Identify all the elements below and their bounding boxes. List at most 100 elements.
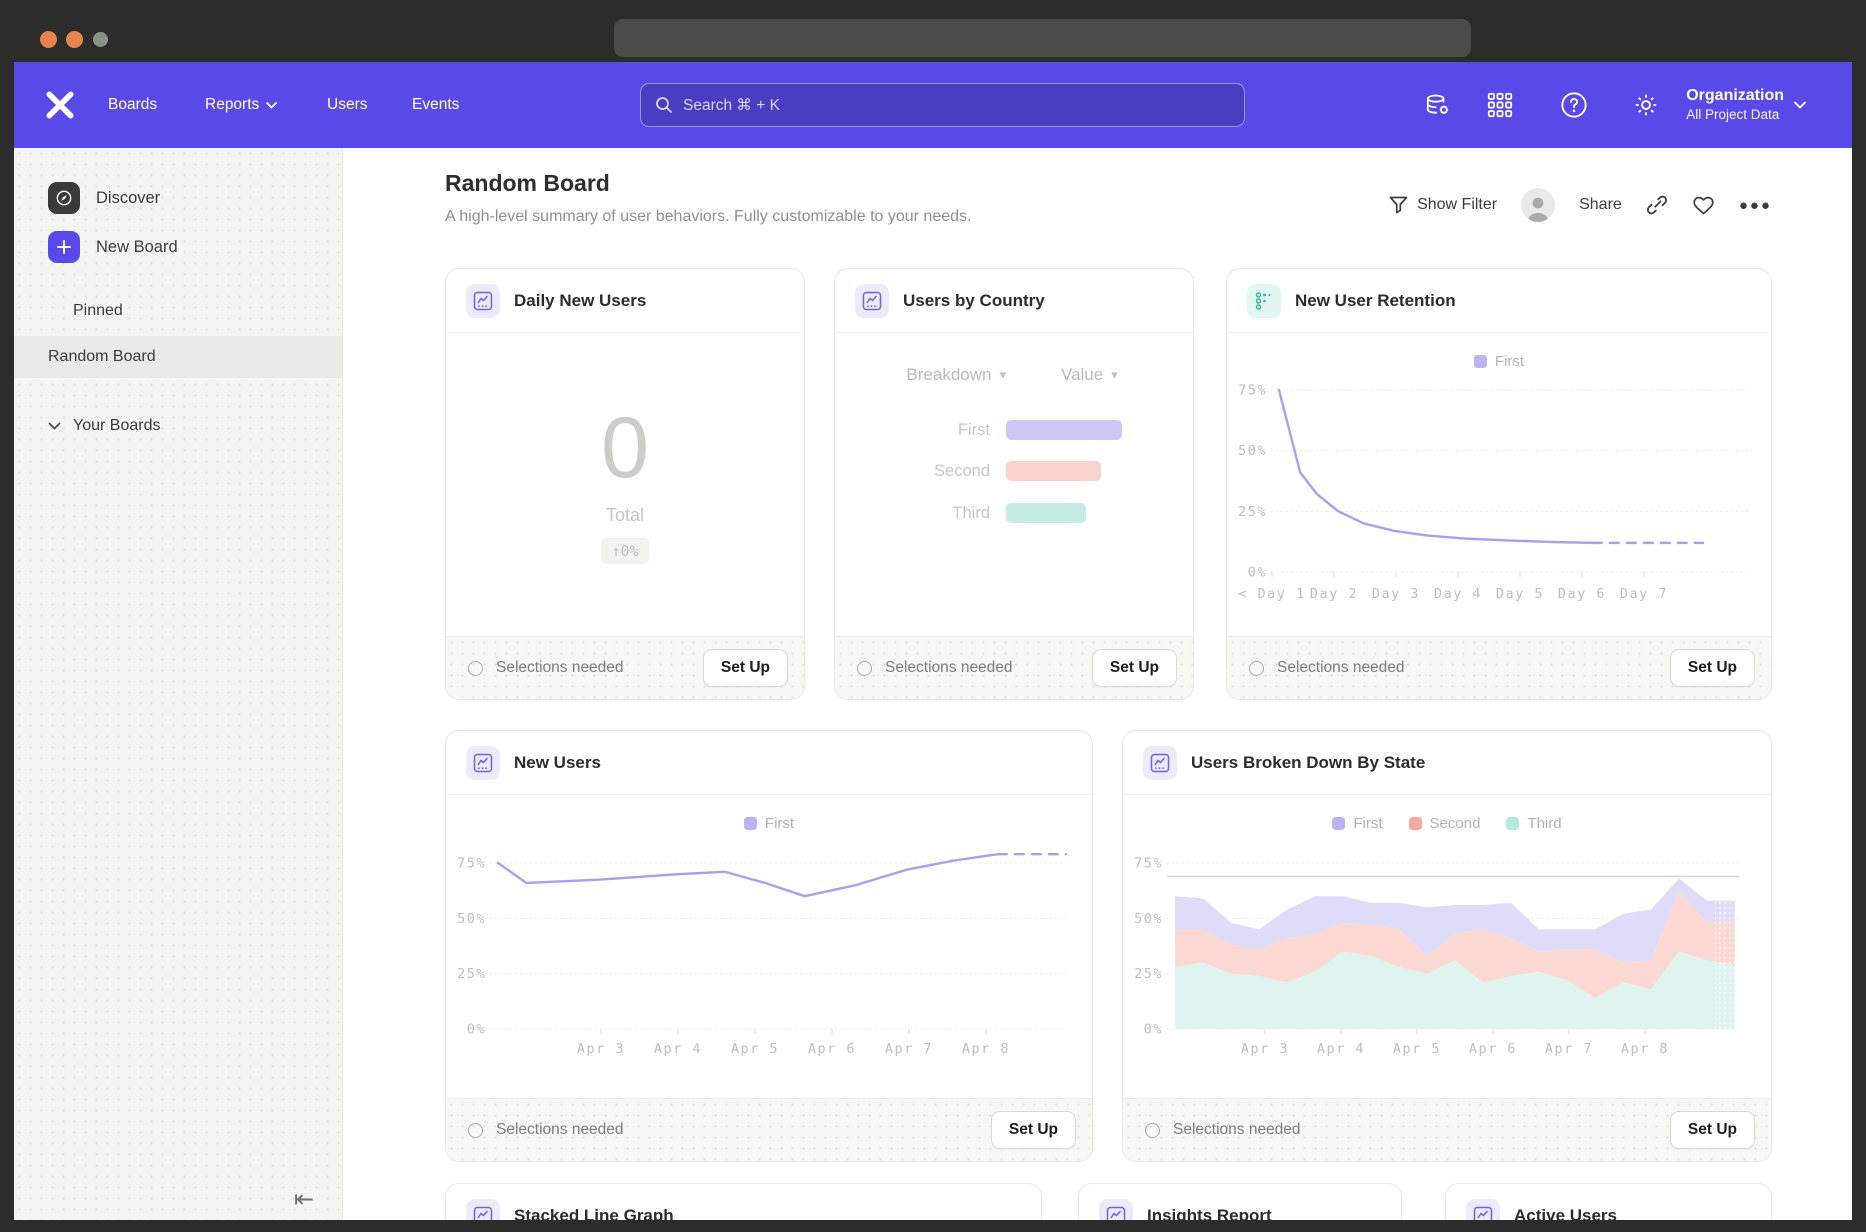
metric-value: 0 (601, 405, 649, 491)
svg-text:Apr 7: Apr 7 (1545, 1041, 1593, 1057)
board-link-label: Random Board (48, 348, 156, 366)
settings-gear-icon[interactable] (1630, 89, 1662, 121)
traffic-light-icon[interactable] (40, 31, 57, 48)
data-management-icon[interactable] (1422, 89, 1454, 121)
sidebar-section-pinned[interactable]: Pinned (14, 295, 342, 327)
nav-label: Boards (108, 96, 157, 114)
status-circle-icon (1145, 1123, 1160, 1138)
sidebar-item-label: New Board (96, 238, 178, 257)
insights-chart-icon (1099, 1199, 1133, 1220)
org-switcher[interactable]: Organization All Project Data (1686, 62, 1806, 148)
set-up-button[interactable]: Set Up (1670, 649, 1755, 687)
new-users-chart: 75%50%25%0%Apr 3Apr 4Apr 5Apr 6Apr 7Apr … (446, 821, 1093, 1078)
svg-text:0%: 0% (1248, 565, 1267, 581)
card-footer: Selections needed Set Up (835, 636, 1193, 699)
svg-text:Apr 6: Apr 6 (808, 1041, 856, 1057)
insights-chart-icon (1466, 1199, 1500, 1220)
svg-text:Apr 5: Apr 5 (731, 1041, 779, 1057)
set-up-button[interactable]: Set Up (1670, 1111, 1755, 1149)
nav-item-reports[interactable]: Reports (205, 62, 277, 148)
value-dropdown[interactable]: Value ▾ (1061, 365, 1118, 385)
nav-label: Events (412, 96, 459, 114)
search-placeholder: Search ⌘ + K (683, 96, 780, 115)
retention-grid-icon (1247, 284, 1281, 318)
dropdown-label: Value (1061, 365, 1103, 385)
status-text: Selections needed (496, 659, 703, 677)
svg-text:Apr 7: Apr 7 (885, 1041, 933, 1057)
svg-text:25%: 25% (1238, 504, 1267, 520)
set-up-button[interactable]: Set Up (991, 1111, 1076, 1149)
svg-text:25%: 25% (457, 966, 486, 982)
country-row: Second (835, 461, 1193, 481)
card-title: Insights Report (1147, 1206, 1272, 1220)
card-title: New User Retention (1295, 291, 1456, 311)
sidebar: Discover New Board Pinned Random Board (14, 148, 343, 1220)
sidebar-item-random-board[interactable]: Random Board (14, 336, 342, 378)
metric-label: Total (606, 505, 644, 526)
insights-chart-icon (466, 746, 500, 780)
insights-chart-icon (466, 1199, 500, 1220)
svg-text:Apr 4: Apr 4 (654, 1041, 702, 1057)
insights-chart-icon (466, 284, 500, 318)
country-row: First (835, 420, 1193, 440)
card-title: Stacked Line Graph (514, 1206, 674, 1220)
nav-label: Users (327, 96, 367, 114)
share-button[interactable]: Share (1579, 196, 1622, 214)
card-footer: Selections needed Set Up (1123, 1098, 1771, 1161)
svg-text:Apr 4: Apr 4 (1317, 1041, 1365, 1057)
svg-text:Apr 8: Apr 8 (1621, 1041, 1669, 1057)
card-title: Users by Country (903, 291, 1045, 311)
app-body: Discover New Board Pinned Random Board (14, 148, 1852, 1220)
copy-link-icon[interactable] (1646, 194, 1668, 216)
svg-text:Day 4: Day 4 (1434, 586, 1482, 602)
mixpanel-logo-icon[interactable] (44, 89, 76, 121)
show-filter-label: Show Filter (1417, 196, 1497, 214)
more-options-icon[interactable]: ●●● (1739, 197, 1772, 214)
browser-window: Boards Reports Users Events Search ⌘ + K (0, 0, 1866, 1232)
dropdown-label: Breakdown (906, 365, 991, 385)
sidebar-section-your-boards[interactable]: Your Boards (14, 410, 342, 442)
svg-text:Apr 5: Apr 5 (1393, 1041, 1441, 1057)
card-users-by-country: Users by Country Breakdown ▾ Value ▾ (834, 268, 1194, 700)
nav-item-users[interactable]: Users (327, 62, 367, 148)
svg-text:50%: 50% (457, 911, 486, 927)
svg-text:75%: 75% (1134, 856, 1163, 872)
traffic-light-icon[interactable] (66, 31, 83, 48)
svg-text:Apr 3: Apr 3 (1241, 1041, 1289, 1057)
show-filter-button[interactable]: Show Filter (1389, 196, 1497, 214)
url-bar[interactable] (614, 19, 1471, 57)
svg-text:< Day 1: < Day 1 (1238, 586, 1305, 602)
card-footer: Selections needed Set Up (446, 636, 804, 699)
status-text: Selections needed (885, 659, 1092, 677)
row-label: Second (835, 462, 990, 481)
avatar[interactable] (1521, 188, 1555, 222)
status-text: Selections needed (496, 1121, 991, 1139)
sidebar-item-new-board[interactable]: New Board (14, 227, 342, 267)
search-icon (655, 96, 673, 114)
value-bar (1006, 461, 1101, 481)
value-bar (1006, 503, 1086, 523)
top-navbar: Boards Reports Users Events Search ⌘ + K (14, 62, 1852, 148)
set-up-button[interactable]: Set Up (1092, 649, 1177, 687)
svg-text:0%: 0% (467, 1022, 486, 1038)
traffic-light-icon[interactable] (93, 32, 108, 47)
svg-text:Apr 8: Apr 8 (962, 1041, 1010, 1057)
nav-item-boards[interactable]: Boards (108, 62, 157, 148)
country-row: Third (835, 503, 1193, 523)
nav-item-events[interactable]: Events (412, 62, 459, 148)
board-actions: Show Filter Share (1389, 188, 1772, 222)
users-by-state-chart: 75%50%25%0%Apr 3Apr 4Apr 5Apr 6Apr 7Apr … (1123, 821, 1772, 1078)
page-subtitle: A high-level summary of user behaviors. … (445, 208, 971, 226)
collapse-sidebar-icon[interactable]: ⇤ (294, 1188, 314, 1212)
help-icon[interactable] (1558, 89, 1590, 121)
compass-icon (48, 182, 80, 214)
favorite-heart-icon[interactable] (1692, 195, 1715, 216)
set-up-button[interactable]: Set Up (703, 649, 788, 687)
sidebar-item-discover[interactable]: Discover (14, 178, 342, 218)
search-input[interactable]: Search ⌘ + K (640, 83, 1245, 127)
card-title: Daily New Users (514, 291, 646, 311)
breakdown-dropdown[interactable]: Breakdown ▾ (835, 365, 1006, 385)
app-viewport: Boards Reports Users Events Search ⌘ + K (14, 62, 1852, 1220)
apps-grid-icon[interactable] (1484, 89, 1516, 121)
svg-text:50%: 50% (1134, 911, 1163, 927)
